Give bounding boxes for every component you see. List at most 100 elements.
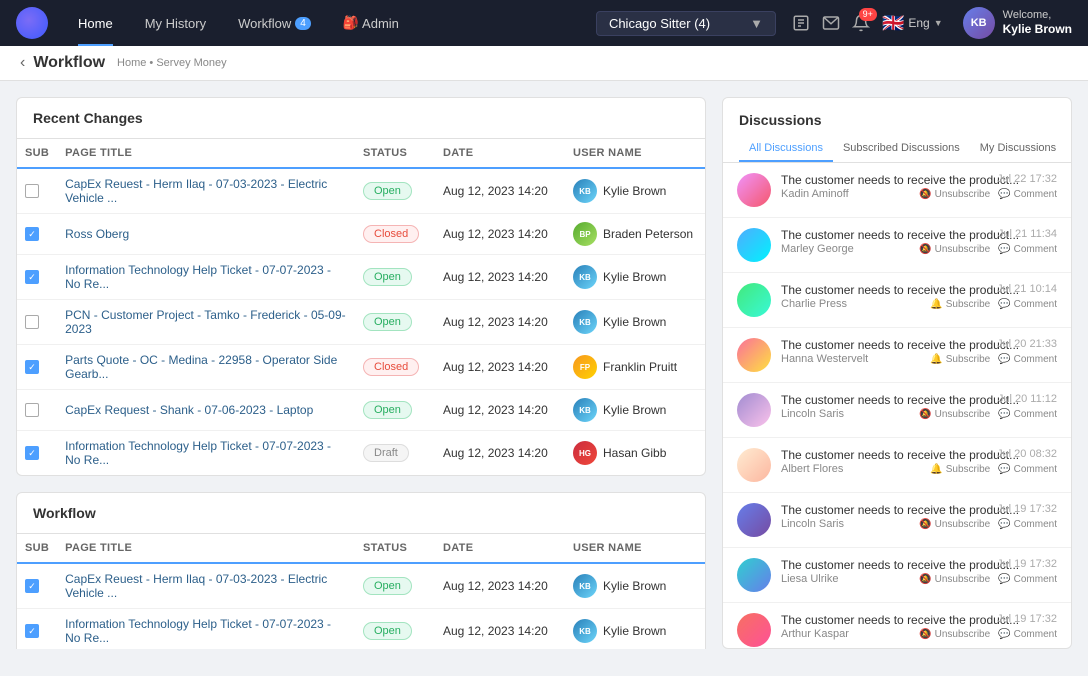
- row-checkbox-cell[interactable]: [17, 431, 57, 476]
- discussion-item: The customer needs to receive the produc…: [723, 383, 1071, 438]
- disc-actions: 🔕 Unsubscribe 💬 Comment: [919, 189, 1057, 200]
- row-title[interactable]: CapEx Reuest - Herm Ilaq - 07-03-2023 - …: [57, 563, 355, 609]
- disc-meta-row: Liesa Ulrike 🔕 Unsubscribe 💬 Comment: [781, 572, 1057, 585]
- tab-subscribed-discussions[interactable]: Subscribed Discussions: [833, 136, 970, 162]
- row-checkbox-cell[interactable]: [17, 609, 57, 650]
- reports-icon-btn[interactable]: [792, 14, 810, 32]
- disc-actions: 🔕 Unsubscribe 💬 Comment: [919, 574, 1057, 585]
- user-name-label: Kylie Brown: [603, 270, 666, 284]
- disc-avatar: [737, 448, 771, 482]
- table-row: CapEx Reuest - Herm Ilaq - 07-03-2023 - …: [17, 563, 705, 609]
- row-checkbox-cell[interactable]: [17, 345, 57, 390]
- language-selector[interactable]: 🇬🇧 Eng ▼: [882, 13, 943, 34]
- row-checkbox[interactable]: [25, 579, 39, 593]
- disc-subscribe-btn[interactable]: 🔔 Subscribe: [930, 299, 990, 310]
- disc-avatar: [737, 283, 771, 317]
- row-status: Open: [355, 563, 435, 609]
- disc-time: Jul 22 17:32: [997, 173, 1057, 185]
- breadcrumb: Home • Servey Money: [117, 57, 227, 69]
- location-dropdown[interactable]: Chicago Sitter (4) ▼: [596, 11, 776, 36]
- back-button[interactable]: ‹: [20, 54, 25, 72]
- app-logo[interactable]: [16, 7, 48, 39]
- disc-subscribe-btn[interactable]: 🔕 Unsubscribe: [919, 629, 990, 640]
- table-row: Information Technology Help Ticket - 07-…: [17, 431, 705, 476]
- discussion-item: The customer needs to receive the produc…: [723, 438, 1071, 493]
- nav-icons: 9+ 🇬🇧 Eng ▼ KB Welcome, Kylie Brown: [792, 7, 1072, 39]
- disc-subscribe-btn[interactable]: 🔔 Subscribe: [930, 464, 990, 475]
- row-checkbox-cell[interactable]: [17, 390, 57, 431]
- row-checkbox[interactable]: [25, 446, 39, 460]
- disc-subscribe-btn[interactable]: 🔕 Unsubscribe: [919, 409, 990, 420]
- disc-comment-btn[interactable]: 💬 Comment: [998, 189, 1057, 200]
- workflow-table: Sub Page Title Status Date User Name Cap…: [17, 534, 705, 649]
- disc-comment-btn[interactable]: 💬 Comment: [998, 629, 1057, 640]
- notifications-icon-btn[interactable]: 9+: [852, 14, 870, 32]
- row-checkbox-cell[interactable]: [17, 300, 57, 345]
- disc-subscribe-btn[interactable]: 🔕 Unsubscribe: [919, 574, 990, 585]
- disc-item-inner: The customer needs to receive the produc…: [723, 328, 1071, 383]
- nav-workflow[interactable]: Workflow 4: [224, 0, 325, 46]
- discussion-item: The customer needs to receive the produc…: [723, 273, 1071, 328]
- disc-subscribe-btn[interactable]: 🔕 Unsubscribe: [919, 519, 990, 530]
- row-title[interactable]: Information Technology Help Ticket - 07-…: [57, 431, 355, 476]
- row-checkbox-cell[interactable]: [17, 214, 57, 255]
- disc-time: Jul 19 17:32: [997, 613, 1057, 625]
- row-title[interactable]: Parts Quote - OC - Medina - 22958 - Oper…: [57, 345, 355, 390]
- disc-comment-btn[interactable]: 💬 Comment: [998, 464, 1057, 475]
- nav-my-history[interactable]: My History: [131, 0, 220, 46]
- left-panel: Recent Changes Sub Page Title Status Dat…: [16, 97, 706, 649]
- row-user: KBKylie Brown: [565, 390, 705, 431]
- disc-avatar: [737, 338, 771, 372]
- disc-comment-btn[interactable]: 💬 Comment: [998, 244, 1057, 255]
- disc-actions: 🔔 Subscribe 💬 Comment: [930, 299, 1057, 310]
- disc-comment-btn[interactable]: 💬 Comment: [998, 299, 1057, 310]
- row-checkbox[interactable]: [25, 227, 39, 241]
- disc-author: Kadin Aminoff: [781, 188, 849, 200]
- row-status: Closed: [355, 214, 435, 255]
- row-checkbox[interactable]: [25, 184, 39, 198]
- lang-arrow: ▼: [934, 18, 943, 28]
- row-checkbox-cell[interactable]: [17, 563, 57, 609]
- disc-subscribe-btn[interactable]: 🔕 Unsubscribe: [919, 244, 990, 255]
- row-title[interactable]: CapEx Reuest - Herm Ilaq - 07-03-2023 - …: [57, 168, 355, 214]
- disc-author: Lincoln Saris: [781, 518, 844, 530]
- tab-all-discussions[interactable]: All Discussions: [739, 136, 833, 162]
- disc-comment-btn[interactable]: 💬 Comment: [998, 519, 1057, 530]
- user-avatar-sm: KB: [573, 265, 597, 289]
- row-user: BPBraden Peterson: [565, 214, 705, 255]
- disc-subscribe-btn[interactable]: 🔔 Subscribe: [930, 354, 990, 365]
- nav-admin[interactable]: 🎒 Admin: [329, 0, 413, 46]
- row-title[interactable]: CapEx Request - Shank - 07-06-2023 - Lap…: [57, 390, 355, 431]
- disc-comment-btn[interactable]: 💬 Comment: [998, 354, 1057, 365]
- user-menu[interactable]: KB Welcome, Kylie Brown: [963, 7, 1072, 39]
- row-checkbox[interactable]: [25, 270, 39, 284]
- disc-time: Jul 21 11:34: [998, 228, 1057, 240]
- disc-subscribe-btn[interactable]: 🔕 Unsubscribe: [919, 189, 990, 200]
- row-checkbox[interactable]: [25, 403, 39, 417]
- row-title[interactable]: PCN - Customer Project - Tamko - Frederi…: [57, 300, 355, 345]
- row-title[interactable]: Information Technology Help Ticket - 07-…: [57, 255, 355, 300]
- mail-icon-btn[interactable]: [822, 14, 840, 32]
- row-date: Aug 12, 2023 14:20: [435, 345, 565, 390]
- disc-comment-btn[interactable]: 💬 Comment: [998, 574, 1057, 585]
- disc-time: Jul 20 21:33: [997, 338, 1057, 350]
- disc-author: Albert Flores: [781, 463, 843, 475]
- row-date: Aug 12, 2023 14:20: [435, 168, 565, 214]
- disc-author: Liesa Ulrike: [781, 573, 838, 585]
- row-title[interactable]: Ross Oberg: [57, 214, 355, 255]
- row-checkbox-cell[interactable]: [17, 168, 57, 214]
- disc-avatar: [737, 393, 771, 427]
- user-name-label: Braden Peterson: [603, 227, 693, 241]
- row-checkbox[interactable]: [25, 315, 39, 329]
- discussions-tabs: All Discussions Subscribed Discussions M…: [723, 128, 1071, 163]
- row-checkbox-cell[interactable]: [17, 255, 57, 300]
- row-checkbox[interactable]: [25, 624, 39, 638]
- row-title[interactable]: Information Technology Help Ticket - 07-…: [57, 609, 355, 650]
- row-checkbox[interactable]: [25, 360, 39, 374]
- nav-home[interactable]: Home: [64, 0, 127, 46]
- tab-my-discussions[interactable]: My Discussions: [970, 136, 1066, 162]
- disc-comment-btn[interactable]: 💬 Comment: [998, 409, 1057, 420]
- discussions-panel: Discussions All Discussions Subscribed D…: [722, 97, 1072, 649]
- disc-item-inner: The customer needs to receive the produc…: [723, 493, 1071, 548]
- admin-icon: 🎒: [343, 15, 359, 31]
